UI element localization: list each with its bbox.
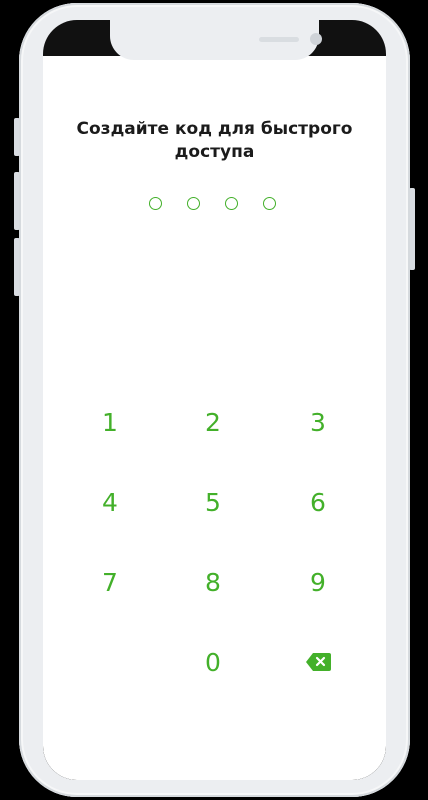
title-line-1: Создайте код для быстрого — [76, 119, 353, 139]
keypad-key-8[interactable]: 8 — [177, 558, 249, 606]
front-camera — [310, 33, 322, 45]
speaker-grille — [259, 37, 299, 42]
keypad-key-3[interactable]: 3 — [282, 398, 354, 446]
backspace-icon — [305, 652, 332, 672]
pin-dot-3 — [225, 197, 238, 210]
pin-dot-2 — [187, 197, 200, 210]
keypad-key-4[interactable]: 4 — [74, 478, 146, 526]
title-line-2: доступа — [174, 142, 255, 162]
pin-indicator — [149, 197, 289, 213]
notch — [110, 20, 322, 60]
keypad-key-5[interactable]: 5 — [177, 478, 249, 526]
page-title: Создайте код для быстрого доступа — [43, 118, 386, 164]
pin-setup-screen: Создайте код для быстрого доступа 1 2 3 … — [43, 56, 386, 780]
keypad-key-0[interactable]: 0 — [177, 638, 249, 686]
keypad-key-9[interactable]: 9 — [282, 558, 354, 606]
pin-dot-1 — [149, 197, 162, 210]
backspace-button[interactable] — [282, 638, 354, 686]
keypad-key-7[interactable]: 7 — [74, 558, 146, 606]
phone-screen: Создайте код для быстрого доступа 1 2 3 … — [43, 20, 386, 780]
device-mockup: Создайте код для быстрого доступа 1 2 3 … — [0, 0, 428, 800]
keypad-key-6[interactable]: 6 — [282, 478, 354, 526]
keypad-key-1[interactable]: 1 — [74, 398, 146, 446]
phone-frame: Создайте код для быстрого доступа 1 2 3 … — [19, 3, 410, 797]
keypad-key-2[interactable]: 2 — [177, 398, 249, 446]
pin-dot-4 — [263, 197, 276, 210]
